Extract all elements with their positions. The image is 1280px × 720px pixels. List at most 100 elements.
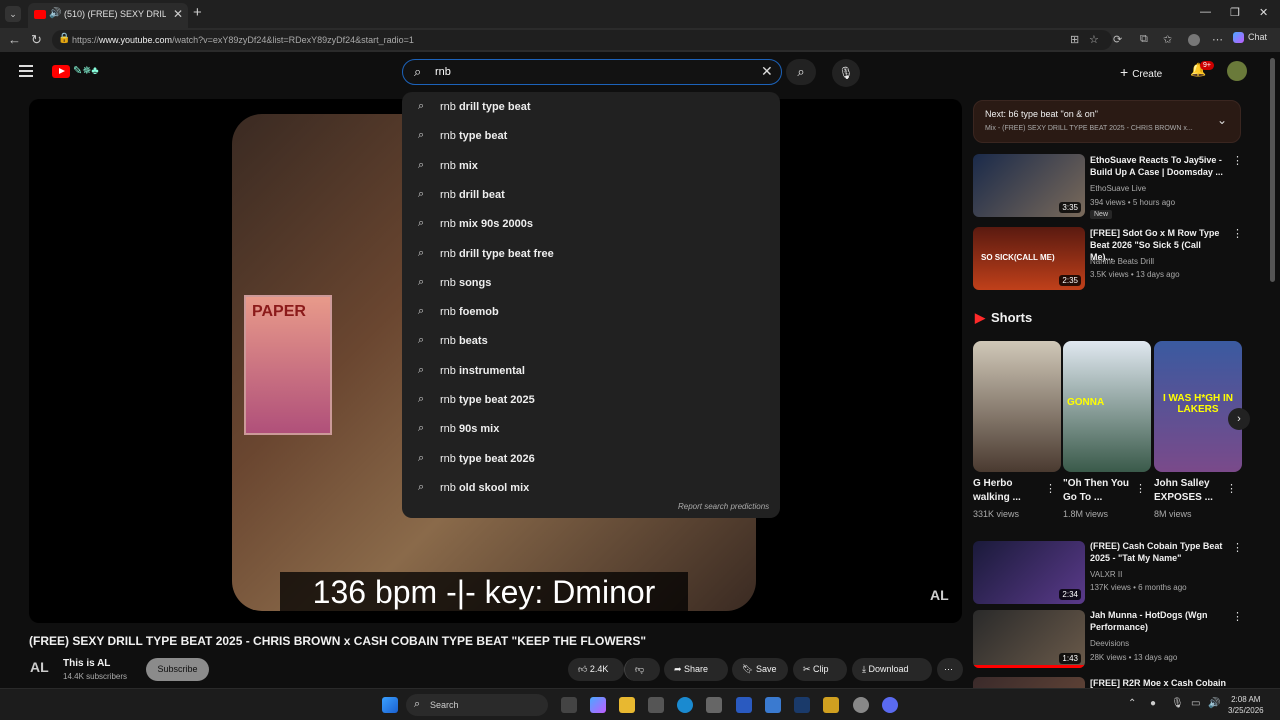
steam-icon[interactable]	[794, 697, 810, 713]
tray-app-icon[interactable]: ●	[1150, 698, 1156, 709]
profile-icon[interactable]	[1188, 34, 1200, 46]
create-button[interactable]: + Create	[1120, 64, 1162, 80]
network-icon[interactable]: ▭	[1191, 698, 1200, 709]
save-button[interactable]: 🔖︎ Save	[732, 658, 788, 681]
subscribe-button[interactable]: Subscribe	[146, 658, 209, 681]
logo-doodle-icon[interactable]: ✎✵♣	[73, 64, 99, 77]
file-explorer-icon[interactable]	[619, 697, 635, 713]
search-suggestion[interactable]: ⌕ rnb old skool mix	[418, 479, 758, 499]
start-windows-icon[interactable]	[382, 697, 398, 713]
video-title[interactable]: EthoSuave Reacts To Jay5ive - Build Up A…	[1090, 154, 1226, 178]
short-thumbnail[interactable]	[973, 341, 1061, 472]
search-suggestion[interactable]: ⌕ rnb mix 90s 2000s	[418, 215, 758, 235]
related-video[interactable]: [FREE] R2R Moe x Cash Cobain	[973, 677, 1241, 688]
dislike-button[interactable]: 👎︎	[624, 658, 660, 681]
more-options-icon[interactable]: ⋮	[1232, 154, 1243, 167]
taskbar-search[interactable]: ⌕ Search	[406, 694, 548, 716]
favorites-icon[interactable]: ✩	[1163, 33, 1172, 46]
short-thumbnail[interactable]: GONNA	[1063, 341, 1151, 472]
volume-icon[interactable]: 🔊	[1208, 698, 1220, 709]
search-suggestion[interactable]: ⌕ rnb instrumental	[418, 362, 758, 382]
minimize-icon[interactable]: —	[1200, 6, 1211, 18]
share-button[interactable]: ➦ Share	[664, 658, 728, 681]
more-options-icon[interactable]: ⋮	[1045, 482, 1056, 495]
up-next-panel[interactable]: Next: b6 type beat "on & on" Mix - (FREE…	[973, 100, 1241, 143]
search-suggestion[interactable]: ⌕ rnb type beat	[418, 127, 758, 147]
short-thumbnail[interactable]: I WAS H*GH IN LAKERS	[1154, 341, 1242, 472]
clear-search-icon[interactable]: ✕	[761, 63, 773, 80]
like-button[interactable]: 👍︎ 2.4K	[568, 658, 624, 681]
more-options-icon[interactable]: ⋮	[1232, 610, 1243, 623]
new-tab-button[interactable]: +	[193, 4, 202, 21]
speaker-icon[interactable]: 🔊	[49, 8, 61, 19]
split-screen-icon[interactable]: ⧉	[1140, 33, 1148, 46]
close-tab-icon[interactable]: ✕	[173, 7, 183, 21]
search-suggestion[interactable]: ⌕ rnb drill type beat	[418, 98, 758, 118]
video-title[interactable]: Jah Munna - HotDogs (Wgn Performance)	[1090, 609, 1226, 633]
tab-actions-menu-icon[interactable]: ⌄	[5, 6, 21, 22]
more-options-icon[interactable]: ⋮	[1226, 482, 1237, 495]
more-menu-icon[interactable]: ⋯	[1212, 33, 1223, 46]
more-options-icon[interactable]: ⋮	[1232, 541, 1243, 554]
search-suggestion[interactable]: ⌕ rnb drill type beat free	[418, 245, 758, 265]
close-window-icon[interactable]: ✕	[1259, 6, 1268, 19]
more-options-icon[interactable]: ⋮	[1135, 482, 1146, 495]
short-title[interactable]: John Salley EXPOSES ...	[1154, 477, 1226, 505]
search-suggestion[interactable]: ⌕ rnb mix	[418, 157, 758, 177]
taskbar-clock[interactable]: 2:08 AM 3/25/2026	[1228, 694, 1264, 716]
channel-name[interactable]: Deevisions	[1090, 639, 1129, 648]
copilot-icon[interactable]	[590, 697, 606, 713]
short-title[interactable]: "Oh Then You Go To ...	[1063, 477, 1135, 505]
extension-icon[interactable]: ⟳	[1113, 33, 1122, 46]
copilot-chat-button[interactable]: Chat	[1233, 32, 1267, 44]
url-field[interactable]: 🔒 https://www.youtube.com/watch?v=exY89z…	[52, 30, 1112, 50]
channel-name[interactable]: EthoSuave Live	[1090, 184, 1146, 193]
channel-name[interactable]: This is AL	[63, 658, 110, 669]
channel-avatar[interactable]: AL	[30, 659, 49, 675]
more-options-icon[interactable]: ⋮	[1232, 227, 1243, 240]
youtube-logo[interactable]	[52, 65, 70, 78]
chevron-down-icon[interactable]: ⌄	[1217, 113, 1227, 127]
clip-button[interactable]: ✂ Clip	[793, 658, 847, 681]
channel-name[interactable]: VALXR II	[1090, 570, 1122, 579]
search-suggestion[interactable]: ⌕ rnb songs	[418, 274, 758, 294]
channel-watermark[interactable]: AL	[930, 587, 949, 603]
download-button[interactable]: ⤓ Download	[852, 658, 932, 681]
shorts-next-icon[interactable]: ›	[1228, 408, 1250, 430]
report-predictions-link[interactable]: Report search predictions	[678, 502, 769, 511]
task-view-icon[interactable]	[561, 697, 577, 713]
video-thumbnail[interactable]: 2:34	[973, 541, 1085, 604]
edge-browser-icon[interactable]	[677, 697, 693, 713]
voice-search-icon[interactable]: 🎙	[832, 59, 860, 87]
browser-tab[interactable]: 🔊 (510) (FREE) SEXY DRILL TYPE BEAT ✕	[28, 3, 188, 28]
search-box[interactable]: ⌕ rnb ✕	[402, 59, 782, 85]
restore-icon[interactable]: ❐	[1230, 6, 1240, 19]
hamburger-menu-icon[interactable]	[19, 65, 33, 77]
tray-chevron-icon[interactable]: ⌃	[1128, 698, 1136, 709]
search-suggestion[interactable]: ⌕ rnb type beat 2026	[418, 450, 758, 470]
refresh-icon[interactable]: ↻	[31, 32, 42, 48]
back-icon[interactable]: ←	[8, 32, 21, 47]
more-actions-button[interactable]: ⋯	[937, 658, 963, 681]
page-scrollbar[interactable]	[1270, 58, 1275, 282]
discord-icon[interactable]	[882, 697, 898, 713]
video-thumbnail[interactable]: 1:43	[973, 610, 1085, 668]
settings-icon[interactable]	[648, 697, 664, 713]
channel-name[interactable]: Narline Beats Drill	[1090, 257, 1154, 266]
search-suggestion[interactable]: ⌕ rnb beats	[418, 332, 758, 352]
video-thumbnail[interactable]: SO SICK(CALL ME) 2:35	[973, 227, 1085, 290]
search-input[interactable]: rnb	[435, 66, 451, 78]
search-suggestion[interactable]: ⌕ rnb foemob	[418, 303, 758, 323]
mail-icon[interactable]	[765, 697, 781, 713]
app-available-icon[interactable]: ⊞	[1070, 33, 1079, 46]
video-thumbnail[interactable]: 3:35	[973, 154, 1085, 217]
rockstar-icon[interactable]	[823, 697, 839, 713]
search-button[interactable]: ⌕	[786, 59, 816, 85]
tray-mic-icon[interactable]: 🎙	[1171, 698, 1184, 709]
search-suggestion[interactable]: ⌕ rnb type beat 2025	[418, 391, 758, 411]
video-title[interactable]: [FREE] R2R Moe x Cash Cobain	[1090, 677, 1226, 688]
app-icon[interactable]	[736, 697, 752, 713]
search-suggestion[interactable]: ⌕ rnb 90s mix	[418, 420, 758, 440]
short-title[interactable]: G Herbo walking ...	[973, 477, 1045, 505]
video-thumbnail[interactable]	[973, 677, 1085, 688]
